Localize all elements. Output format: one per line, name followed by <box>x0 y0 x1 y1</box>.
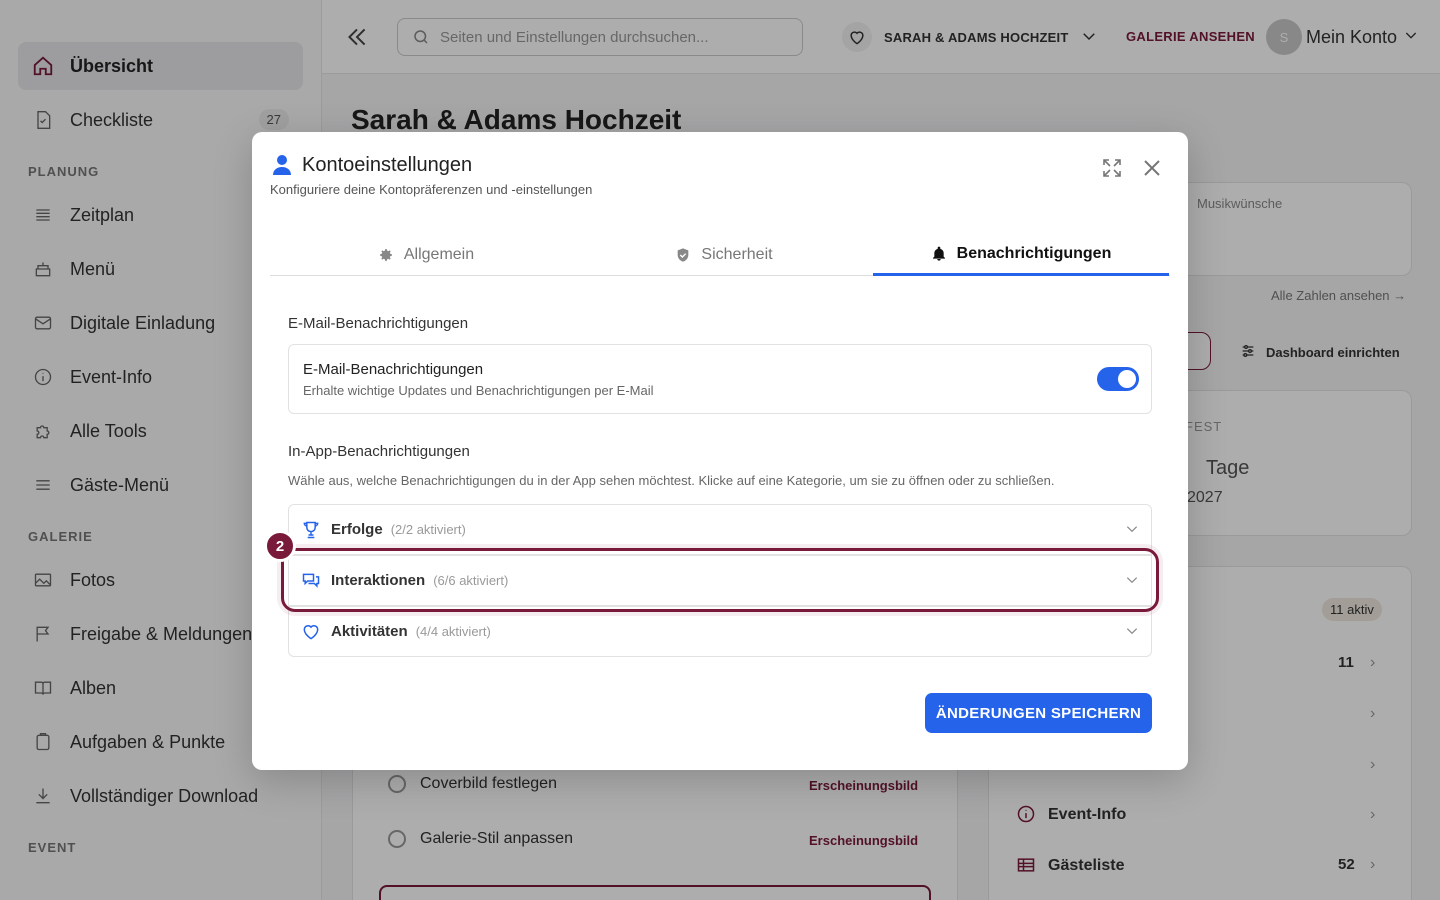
setting-title: E-Mail-Benachrichtigungen <box>303 361 484 378</box>
shield-icon <box>675 247 691 263</box>
inapp-description: Wähle aus, welche Benachrichtigungen du … <box>288 473 1055 488</box>
chevron-down-icon <box>1125 624 1139 638</box>
setting-description: Erhalte wichtige Updates und Benachricht… <box>303 383 654 398</box>
settings-tabs: Allgemein Sicherheit Benachrichtigungen <box>270 234 1170 276</box>
bell-icon <box>931 246 947 262</box>
category-count: (4/4 aktiviert) <box>415 624 491 639</box>
email-notification-setting: E-Mail-Benachrichtigungen Erhalte wichti… <box>288 344 1152 414</box>
heart-icon <box>301 622 321 642</box>
tab-allgemein[interactable]: Allgemein <box>278 234 574 276</box>
tab-benachrichtigungen[interactable]: Benachrichtigungen <box>873 234 1169 276</box>
step-badge: 2 <box>264 530 296 562</box>
category-label: Aktivitäten <box>331 623 408 640</box>
category-count: (2/2 aktiviert) <box>390 522 466 537</box>
tab-sicherheit[interactable]: Sicherheit <box>576 234 872 276</box>
tab-label: Sicherheit <box>701 246 773 263</box>
trophy-icon <box>301 520 321 540</box>
category-label: Erfolge <box>331 521 383 538</box>
save-changes-button[interactable]: ÄNDERUNGEN SPEICHERN <box>925 693 1152 733</box>
chevron-down-icon <box>1125 522 1139 536</box>
category-aktivitaeten[interactable]: Aktivitäten (4/4 aktiviert) <box>288 606 1152 657</box>
toggle-knob <box>1118 370 1136 388</box>
tab-label: Benachrichtigungen <box>956 244 1112 262</box>
account-settings-dialog: Kontoeinstellungen Konfiguriere deine Ko… <box>252 132 1188 770</box>
gear-icon <box>378 247 394 263</box>
close-icon[interactable] <box>1140 156 1164 180</box>
email-notification-toggle[interactable] <box>1097 367 1139 391</box>
dialog-title: Kontoeinstellungen <box>302 154 473 176</box>
dialog-subtitle: Konfiguriere deine Kontopräferenzen und … <box>270 182 593 197</box>
inapp-section-title: In-App-Benachrichtigungen <box>288 443 470 460</box>
highlight-outline <box>281 548 1159 612</box>
expand-icon[interactable] <box>1100 156 1124 180</box>
email-section-title: E-Mail-Benachrichtigungen <box>288 315 469 332</box>
user-icon <box>272 154 292 176</box>
tab-label: Allgemein <box>403 246 475 263</box>
